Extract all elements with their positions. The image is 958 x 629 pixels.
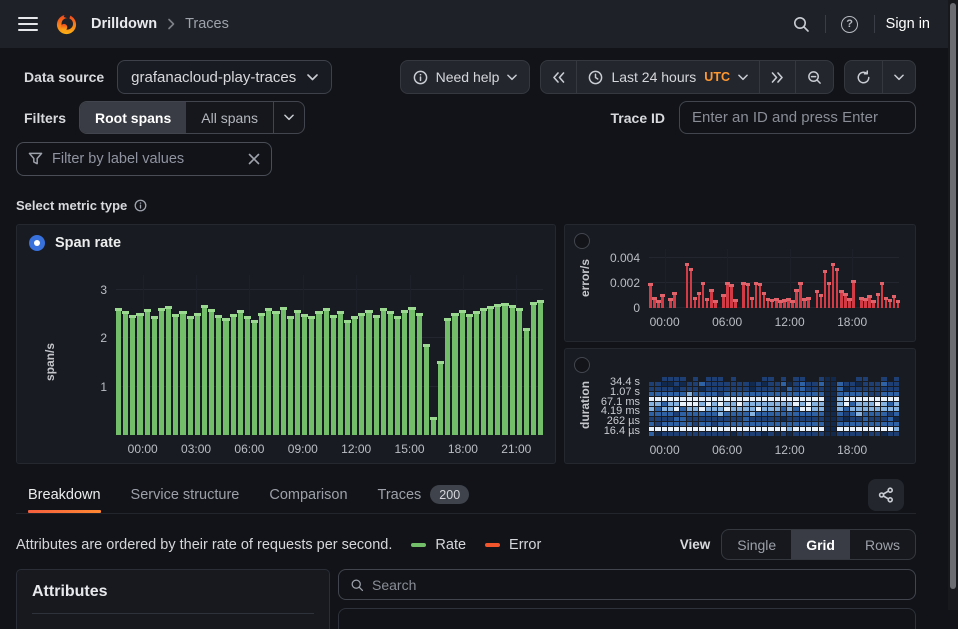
view-option-grid[interactable]: Grid [791,530,850,559]
span-rate-panel[interactable]: Span rate span/s 12300:0003:0006:0009:00… [16,224,556,464]
metric-charts: Span rate span/s 12300:0003:0006:0009:00… [16,224,916,464]
funnel-icon [28,152,43,166]
nav-divider [825,15,826,33]
data-source-value: grafanacloud-play-traces [131,69,296,86]
refresh-interval-button[interactable] [882,61,915,93]
chevron-down-icon [307,74,318,81]
metric-type-row: Select metric type [16,198,916,213]
view-label: View [680,537,711,552]
attribute-search-box [338,569,916,600]
legend-error: Error [485,537,541,553]
chevrons-right-icon [771,72,784,83]
breakdown-info-row: Attributes are ordered by their rate of … [16,529,916,560]
bottom-section: Attributes [16,569,916,629]
share-icon [878,487,894,503]
time-range-value: Last 24 hours [611,69,696,85]
sign-in-button[interactable]: Sign in [886,16,930,32]
view-option-rows[interactable]: Rows [850,530,915,559]
attributes-title: Attributes [32,583,314,601]
info-icon [413,70,428,85]
filters-label: Filters [24,110,66,126]
breadcrumb-app[interactable]: Drilldown [91,16,157,32]
top-nav: Drilldown Traces ? Sign in [0,0,958,48]
attributes-panel: Attributes [16,569,330,629]
chevrons-left-icon [552,72,565,83]
data-source-label: Data source [24,69,104,85]
traces-count-badge: 200 [430,485,469,504]
label-filter-row: Filter by label values [16,142,916,176]
tab-traces[interactable]: Traces 200 [378,476,470,513]
chevron-down-icon [738,74,748,81]
data-source-picker[interactable]: grafanacloud-play-traces [117,60,332,94]
search-icon[interactable] [788,11,814,37]
span-scope-dropdown[interactable] [273,102,304,133]
span-scope-toggle: Root spans All spans [79,101,305,134]
error-rate-chart: 00.0020.00400:0006:0012:0018:00 [649,249,899,308]
legend-rate: Rate [411,537,466,553]
all-spans-option[interactable]: All spans [186,102,273,133]
info-icon[interactable] [134,199,147,212]
tab-breakdown[interactable]: Breakdown [28,476,101,513]
trace-id-label: Trace ID [611,110,665,126]
scrollbar-track[interactable] [948,0,958,610]
tab-bar: Breakdown Service structure Comparison T… [16,476,916,514]
zoom-out-icon [807,70,822,85]
attribute-card-partial [338,608,916,629]
grafana-logo[interactable] [55,13,78,36]
clear-filter-icon[interactable] [248,153,260,165]
tab-comparison[interactable]: Comparison [269,476,347,513]
toolbar-row: Data source grafanacloud-play-traces Nee… [16,60,916,94]
select-metric-type-label: Select metric type [16,198,127,213]
span-rate-title: Span rate [55,235,121,251]
duration-panel[interactable]: duration 34.4 s1.07 s67.1 ms4.19 ms262 µ… [564,348,916,464]
breadcrumb: Drilldown Traces [91,16,229,32]
help-icon[interactable]: ? [837,11,863,37]
rate-legend-dash [411,543,426,547]
scrollbar-thumb[interactable] [950,3,956,589]
error-rate-radio[interactable] [574,233,590,249]
refresh-button[interactable] [845,61,882,93]
error-rate-panel[interactable]: error/s 00.0020.00400:0006:0012:0018:00 [564,224,916,342]
clock-icon [588,70,603,85]
chevron-down-icon [507,74,517,81]
filters-row: Filters Root spans All spans Trace ID [16,101,916,134]
root-spans-option[interactable]: Root spans [80,102,186,133]
need-help-button[interactable]: Need help [400,60,531,94]
hamburger-menu-icon[interactable] [14,12,42,36]
attributes-info-text: Attributes are ordered by their rate of … [16,537,392,553]
error-rate-ylabel: error/s [578,259,592,297]
attribute-search-input[interactable] [372,577,904,593]
view-option-single[interactable]: Single [722,530,791,559]
span-rate-radio[interactable] [29,235,45,251]
refresh-group [844,60,916,94]
time-picker-group: Last 24 hours UTC [540,60,834,94]
time-shift-back-button[interactable] [541,61,576,93]
nav-divider [874,15,875,33]
search-icon [350,578,364,592]
share-button[interactable] [868,479,904,511]
refresh-icon [856,70,871,85]
trace-id-input[interactable] [679,101,916,134]
duration-radio[interactable] [574,357,590,373]
span-rate-chart: 12300:0003:0006:0009:0012:0015:0018:0021… [116,275,543,435]
label-filter-placeholder: Filter by label values [52,151,184,167]
chevron-down-icon [894,74,904,81]
label-filter-input[interactable]: Filter by label values [16,142,272,176]
duration-ylabel: duration [578,381,592,429]
time-range-button[interactable]: Last 24 hours UTC [576,61,759,93]
view-toggle: Single Grid Rows [721,529,916,560]
time-shift-forward-button[interactable] [759,61,795,93]
zoom-out-button[interactable] [795,61,833,93]
breadcrumb-page: Traces [185,16,229,32]
chevron-down-icon [284,114,294,121]
breadcrumb-chevron-icon [167,18,175,30]
tab-service-structure[interactable]: Service structure [131,476,240,513]
attributes-divider [32,613,314,614]
error-legend-dash [485,543,500,547]
timezone-badge: UTC [704,70,730,84]
duration-heatmap: 34.4 s1.07 s67.1 ms4.19 ms262 µs16.4 µs0… [649,377,899,436]
span-rate-ylabel: span/s [43,343,57,381]
